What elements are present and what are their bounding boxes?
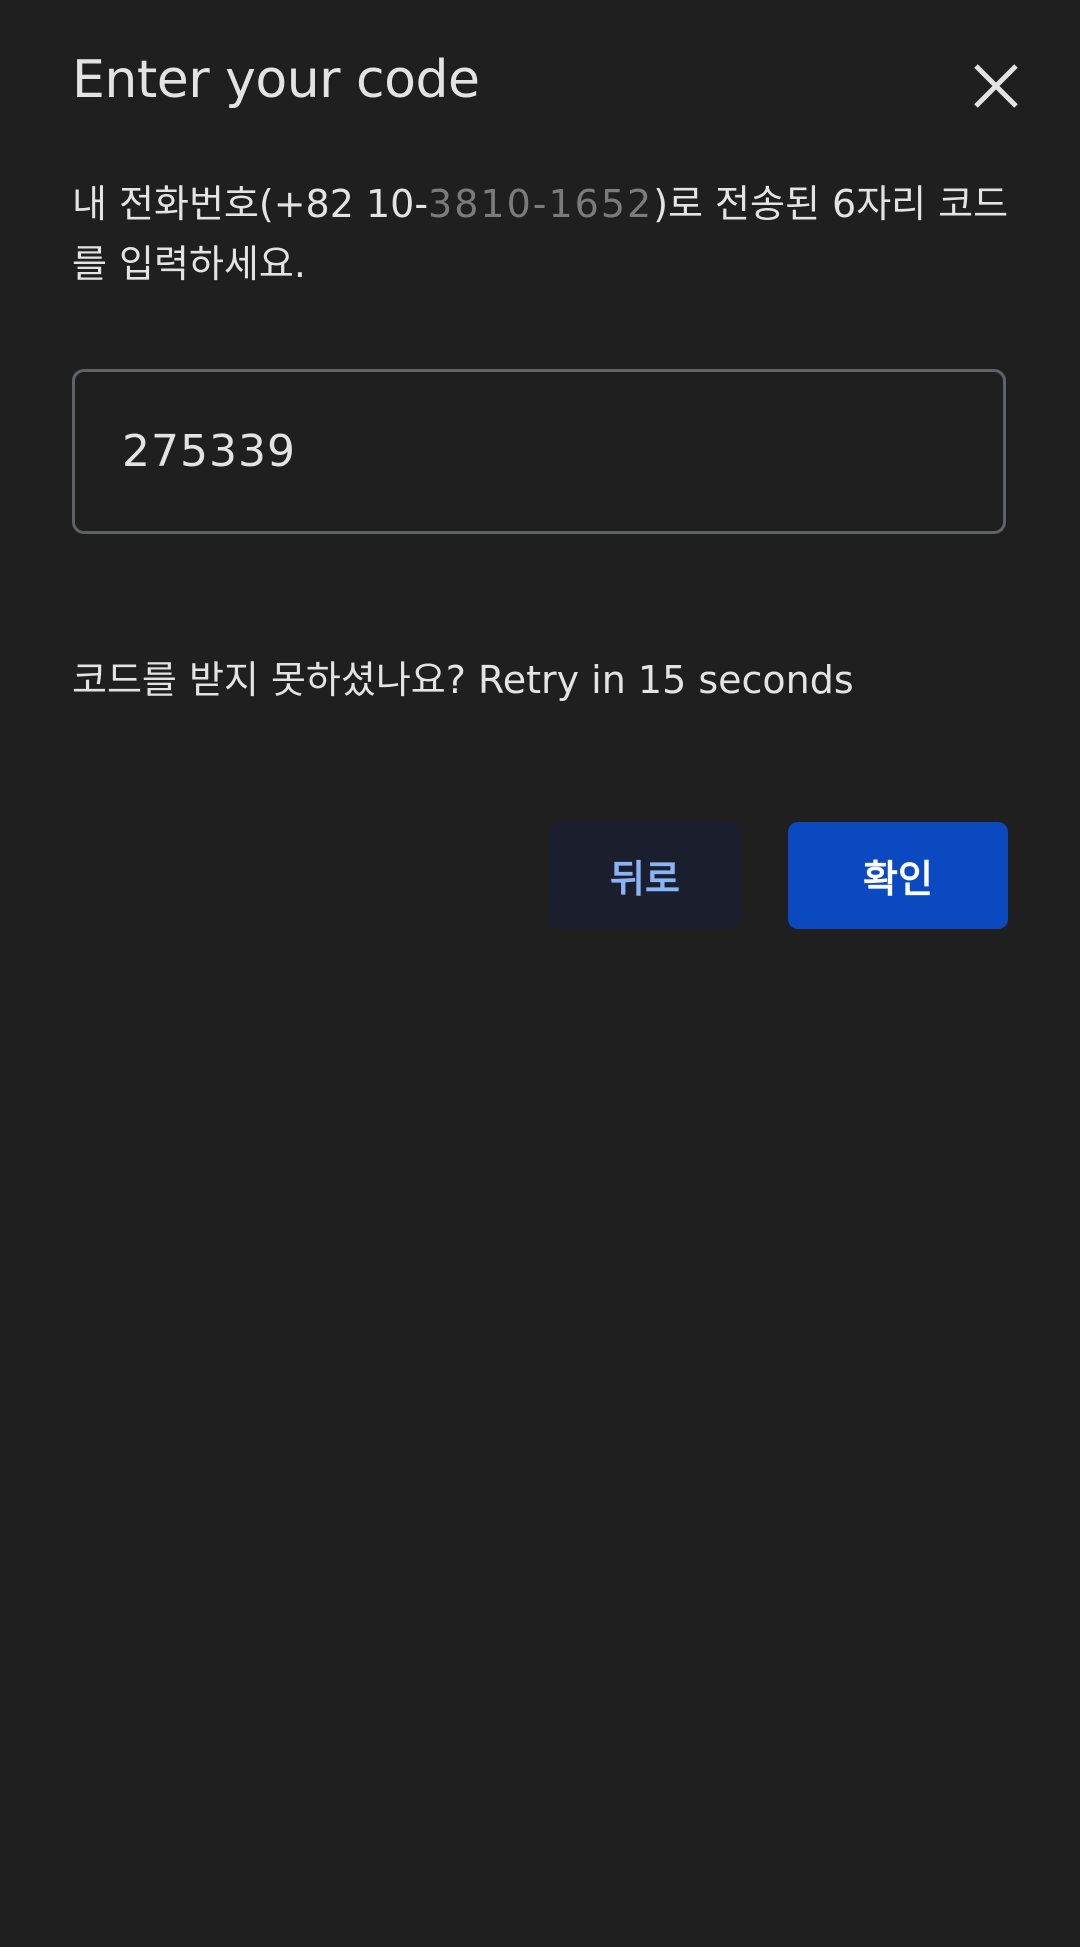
close-button[interactable] bbox=[960, 50, 1032, 122]
retry-text: 코드를 받지 못하셨나요? Retry in 15 seconds bbox=[72, 658, 854, 702]
code-field[interactable] bbox=[72, 369, 1006, 534]
dialog-description: 내 전화번호(+82 10-3810-1652)로 전송된 6자리 코드를 입력… bbox=[72, 174, 1012, 294]
dialog-title: Enter your code bbox=[72, 50, 480, 110]
confirm-button[interactable]: 확인 bbox=[788, 822, 1008, 929]
code-input[interactable] bbox=[120, 425, 964, 478]
masked-phone-number: 3810-1652 bbox=[428, 182, 654, 226]
close-icon bbox=[974, 64, 1018, 108]
description-prefix: 내 전화번호(+82 10- bbox=[72, 182, 429, 226]
back-button[interactable]: 뒤로 bbox=[549, 822, 741, 929]
